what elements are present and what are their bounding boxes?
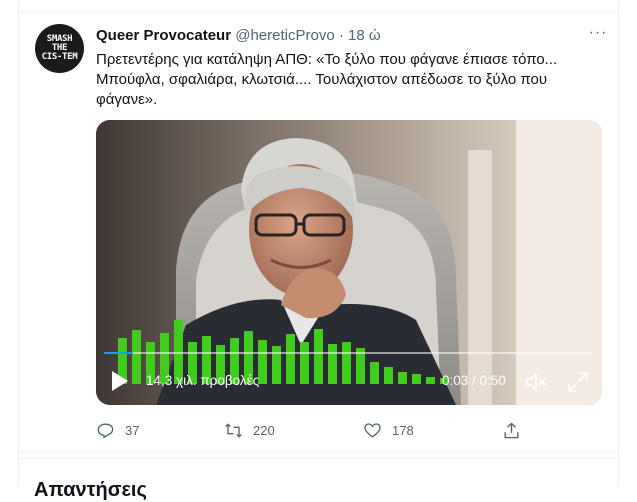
video-player[interactable]: 14,3 χιλ. προβολές 0:03 / 0:50 (96, 120, 602, 405)
video-controls: 14,3 χιλ. προβολές 0:03 / 0:50 (96, 362, 602, 402)
play-icon[interactable] (110, 369, 130, 393)
author-handle[interactable]: @hereticProvo (235, 27, 334, 44)
timeline-column: SMASH THE CIS-TEM Queer Provocateur @her… (18, 0, 619, 486)
tweet-header: Queer Provocateur @hereticProvo · 18 ώ (96, 26, 606, 46)
reply-count: 37 (125, 422, 140, 438)
more-icon[interactable]: ··· (588, 25, 608, 46)
share-icon (504, 422, 519, 438)
tweet-time[interactable]: 18 ώ (348, 27, 381, 44)
like-icon (364, 422, 381, 438)
view-count: 14,3 χιλ. προβολές (146, 373, 260, 388)
section-title: Απαντήσεις (34, 479, 147, 501)
tweet[interactable]: SMASH THE CIS-TEM Queer Provocateur @her… (19, 11, 618, 453)
retweet-icon (225, 422, 242, 438)
like-button[interactable]: 178 (363, 418, 414, 442)
author-name[interactable]: Queer Provocateur (96, 27, 231, 44)
fullscreen-icon[interactable] (566, 370, 590, 394)
separator-dot: · (338, 27, 344, 44)
reply-icon (97, 422, 114, 438)
retweet-count: 220 (253, 422, 275, 438)
reply-button[interactable]: 37 (96, 418, 139, 442)
share-button[interactable] (502, 418, 521, 442)
video-progress-bar[interactable] (104, 352, 592, 354)
video-progress-fill (104, 352, 134, 354)
tweet-actions: 37 220 178 (96, 418, 606, 442)
avatar[interactable]: SMASH THE CIS-TEM (35, 24, 84, 73)
next-section: Απαντήσεις (18, 458, 617, 501)
like-count: 178 (392, 422, 414, 438)
tweet-text: Πρετεντέρης για κατάληψη ΑΠΘ: «Το ξύλο π… (96, 51, 558, 108)
video-timer: 0:03 / 0:50 (442, 373, 506, 388)
retweet-button[interactable]: 220 (224, 418, 275, 442)
avatar-text-line: CIS-TEM (41, 52, 78, 62)
left-gutter (0, 0, 18, 486)
mute-icon[interactable] (524, 370, 548, 394)
